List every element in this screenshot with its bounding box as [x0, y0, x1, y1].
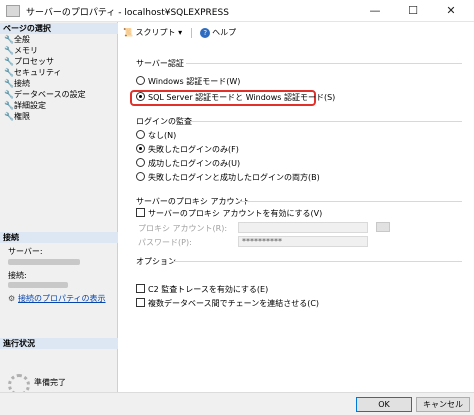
checkbox-indicator: [136, 298, 145, 307]
connection-value-redacted: [8, 282, 68, 288]
minimize-button[interactable]: —: [356, 0, 394, 22]
chevron-down-icon: ▾: [178, 28, 183, 37]
radio-indicator: [136, 172, 145, 181]
cross-db-chaining-checkbox[interactable]: 複数データベース間でチェーンを連結させる(C): [136, 298, 319, 310]
proxy-password-field[interactable]: **********: [238, 236, 368, 247]
group-divider: [186, 63, 462, 64]
view-connection-properties-link[interactable]: ⚙ 接続のプロパティの表示: [8, 293, 106, 304]
sidebar-item-label: プロセッサ: [14, 57, 54, 66]
help-button[interactable]: ? ヘルプ: [200, 27, 236, 38]
wrench-icon: 🔧: [4, 46, 14, 55]
wrench-icon: 🔧: [4, 90, 14, 99]
window-title: サーバーのプロパティ - localhost¥SQLEXPRESS: [26, 8, 229, 18]
wrench-icon: 🔧: [4, 68, 14, 77]
sidebar-item-label: 全般: [14, 35, 30, 44]
group-divider: [190, 121, 462, 122]
proxy-browse-button[interactable]: [376, 222, 390, 232]
wrench-icon: 🔧: [4, 79, 14, 88]
radio-indicator: [136, 130, 145, 139]
sidebar-item-label: セキュリティ: [14, 68, 62, 77]
progress-header: 進行状況: [0, 338, 118, 349]
sidebar-item-connections[interactable]: 🔧接続: [4, 79, 30, 89]
checkbox-indicator: [136, 208, 145, 217]
audit-success-only-radio[interactable]: 成功したログインのみ(U): [136, 158, 240, 170]
progress-status: 準備完了: [34, 378, 66, 387]
sidebar: ページの選択 🔧全般 🔧メモリ 🔧プロセッサ 🔧セキュリティ 🔧接続 🔧データベ…: [0, 22, 118, 396]
connection-label: 接続:: [8, 271, 27, 280]
proxy-account-title: サーバーのプロキシ アカウント: [136, 197, 251, 206]
group-divider: [172, 261, 462, 262]
sidebar-item-label: メモリ: [14, 46, 38, 55]
footer: OK キャンセル: [0, 392, 474, 415]
checkbox-indicator: [136, 284, 145, 293]
select-page-header: ページの選択: [0, 23, 118, 34]
window-app-icon: [6, 5, 20, 17]
c2-audit-checkbox[interactable]: C2 監査トレースを有効にする(E): [136, 284, 268, 296]
sidebar-item-label: データベースの設定: [14, 90, 86, 99]
sidebar-item-advanced[interactable]: 🔧詳細設定: [4, 101, 46, 111]
main-panel: 📜 スクリプト ▾ ? ヘルプ サーバー認証 Windows 認証モード(W) S…: [118, 22, 474, 392]
audit-failed-only-radio[interactable]: 失敗したログインのみ(F): [136, 144, 239, 156]
sidebar-item-general[interactable]: 🔧全般: [4, 35, 30, 45]
sidebar-item-label: 権限: [14, 112, 30, 121]
script-button[interactable]: 📜 スクリプト ▾: [123, 27, 182, 38]
proxy-password-label: パスワード(P):: [138, 238, 192, 247]
wrench-icon: 🔧: [4, 35, 14, 44]
wrench-icon: 🔧: [4, 57, 14, 66]
windows-auth-radio[interactable]: Windows 認証モード(W): [136, 76, 240, 88]
radio-indicator: [136, 92, 145, 101]
sidebar-item-database-settings[interactable]: 🔧データベースの設定: [4, 90, 86, 100]
group-divider: [238, 201, 462, 202]
mixed-auth-radio[interactable]: SQL Server 認証モードと Windows 認証モード(S): [136, 92, 335, 104]
radio-indicator: [136, 158, 145, 167]
sidebar-item-processors[interactable]: 🔧プロセッサ: [4, 57, 54, 67]
script-icon: 📜: [123, 28, 133, 37]
sidebar-item-label: 詳細設定: [14, 101, 46, 110]
audit-both-radio[interactable]: 失敗したログインと成功したログインの両方(B): [136, 172, 320, 184]
toolbar: 📜 スクリプト ▾ ? ヘルプ: [123, 27, 236, 40]
proxy-account-field[interactable]: [238, 222, 368, 233]
enable-proxy-checkbox[interactable]: サーバーのプロキシ アカウントを有効にする(V): [136, 208, 322, 220]
title-bar: サーバーのプロパティ - localhost¥SQLEXPRESS — ☐ ✕: [0, 0, 474, 22]
sidebar-item-label: 接続: [14, 79, 30, 88]
server-label: サーバー:: [8, 247, 43, 256]
server-auth-title: サーバー認証: [136, 59, 184, 68]
radio-indicator: [136, 76, 145, 85]
toolbar-separator: [190, 27, 192, 38]
cancel-button[interactable]: キャンセル: [416, 397, 470, 412]
connection-header: 接続: [0, 232, 118, 243]
sidebar-item-permissions[interactable]: 🔧権限: [4, 112, 30, 122]
radio-indicator: [136, 144, 145, 153]
maximize-button[interactable]: ☐: [394, 0, 432, 22]
ok-button[interactable]: OK: [356, 397, 412, 412]
server-value-redacted: [8, 259, 80, 265]
sidebar-item-memory[interactable]: 🔧メモリ: [4, 46, 38, 56]
options-title: オプション: [136, 257, 176, 266]
wrench-icon: 🔧: [4, 112, 14, 121]
sidebar-item-security[interactable]: 🔧セキュリティ: [4, 68, 62, 78]
help-icon: ?: [200, 27, 211, 38]
properties-icon: ⚙: [8, 294, 16, 303]
wrench-icon: 🔧: [4, 101, 14, 110]
login-audit-title: ログインの監査: [136, 117, 192, 126]
close-button[interactable]: ✕: [432, 0, 470, 22]
proxy-account-label: プロキシ アカウント(R):: [138, 224, 228, 233]
audit-none-radio[interactable]: なし(N): [136, 130, 176, 142]
